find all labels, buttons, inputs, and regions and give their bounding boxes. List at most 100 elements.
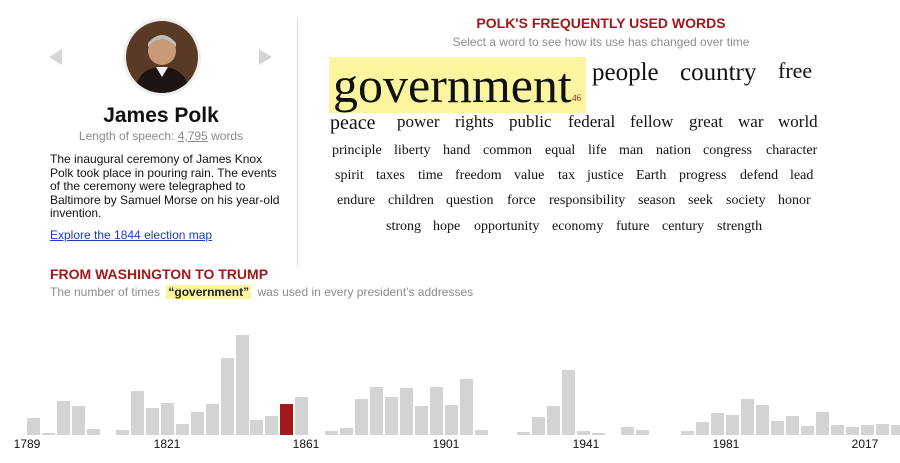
bar[interactable] bbox=[876, 424, 889, 435]
bar[interactable] bbox=[42, 433, 55, 435]
word-question[interactable]: question bbox=[446, 194, 493, 208]
word-hope[interactable]: hope bbox=[433, 220, 460, 234]
word-earth[interactable]: Earth bbox=[636, 169, 666, 183]
word-time[interactable]: time bbox=[418, 169, 443, 183]
word-economy[interactable]: economy bbox=[552, 220, 603, 234]
bar[interactable] bbox=[577, 431, 590, 435]
word-spirit[interactable]: spirit bbox=[335, 169, 364, 183]
bar[interactable] bbox=[592, 433, 605, 435]
bar[interactable] bbox=[57, 401, 70, 435]
bar[interactable] bbox=[445, 405, 458, 435]
bar[interactable] bbox=[475, 430, 488, 435]
bar[interactable] bbox=[385, 397, 398, 435]
bar[interactable] bbox=[771, 421, 784, 435]
word-free[interactable]: free bbox=[778, 60, 812, 82]
bar[interactable] bbox=[891, 425, 900, 435]
word-public[interactable]: public bbox=[509, 113, 552, 130]
bar[interactable] bbox=[621, 427, 634, 435]
bar[interactable] bbox=[191, 412, 204, 435]
bar[interactable] bbox=[517, 432, 530, 435]
word-force[interactable]: force bbox=[507, 194, 536, 208]
word-opportunity[interactable]: opportunity bbox=[474, 220, 539, 234]
bar-selected[interactable] bbox=[280, 404, 293, 435]
word-war[interactable]: war bbox=[738, 113, 763, 130]
word-nation[interactable]: nation bbox=[656, 144, 691, 158]
bar[interactable] bbox=[861, 425, 874, 435]
word-peace[interactable]: peace bbox=[330, 113, 376, 133]
bar[interactable] bbox=[532, 417, 545, 435]
word-rights[interactable]: rights bbox=[455, 113, 494, 130]
bar[interactable] bbox=[131, 391, 144, 435]
bar[interactable] bbox=[801, 426, 814, 435]
bar[interactable] bbox=[636, 430, 649, 435]
bar[interactable] bbox=[295, 397, 308, 435]
word-freedom[interactable]: freedom bbox=[455, 169, 502, 183]
bar[interactable] bbox=[460, 379, 473, 435]
bar[interactable] bbox=[325, 431, 338, 435]
bar[interactable] bbox=[370, 387, 383, 435]
word-future[interactable]: future bbox=[616, 220, 649, 234]
word-strong[interactable]: strong bbox=[386, 220, 421, 234]
bar[interactable] bbox=[340, 428, 353, 435]
word-strength[interactable]: strength bbox=[717, 220, 762, 234]
bar[interactable] bbox=[786, 416, 799, 435]
bar[interactable] bbox=[816, 412, 829, 435]
word-honor[interactable]: honor bbox=[778, 194, 811, 208]
word-tax[interactable]: tax bbox=[558, 169, 575, 183]
bar[interactable] bbox=[236, 335, 249, 435]
bar[interactable] bbox=[87, 429, 100, 435]
election-map-link[interactable]: Explore the 1844 election map bbox=[50, 228, 212, 242]
bar[interactable] bbox=[831, 425, 844, 435]
bar[interactable] bbox=[206, 404, 219, 435]
bar[interactable] bbox=[562, 370, 575, 435]
word-character[interactable]: character bbox=[766, 144, 817, 158]
word-value[interactable]: value bbox=[514, 169, 544, 183]
word-great[interactable]: great bbox=[689, 113, 723, 130]
word-world[interactable]: world bbox=[778, 113, 818, 130]
word-people[interactable]: people bbox=[592, 60, 659, 85]
bar[interactable] bbox=[726, 415, 739, 435]
bar[interactable] bbox=[27, 418, 40, 435]
bar[interactable] bbox=[696, 422, 709, 435]
bar[interactable] bbox=[250, 420, 263, 435]
word-man[interactable]: man bbox=[619, 144, 643, 158]
word-congress[interactable]: congress bbox=[703, 144, 752, 158]
bar[interactable] bbox=[846, 427, 859, 435]
bar[interactable] bbox=[176, 424, 189, 435]
word-society[interactable]: society bbox=[726, 194, 766, 208]
word-lead[interactable]: lead bbox=[790, 169, 813, 183]
speech-length-value[interactable]: 4,795 bbox=[178, 129, 208, 143]
next-president-arrow-icon[interactable] bbox=[259, 49, 272, 65]
word-taxes[interactable]: taxes bbox=[376, 169, 405, 183]
word-hand[interactable]: hand bbox=[443, 144, 470, 158]
word-responsibility[interactable]: responsibility bbox=[549, 194, 625, 208]
word-fellow[interactable]: fellow bbox=[630, 113, 673, 130]
bar[interactable] bbox=[400, 388, 413, 435]
word-defend[interactable]: defend bbox=[740, 169, 778, 183]
word-government[interactable]: government bbox=[329, 57, 586, 113]
word-liberty[interactable]: liberty bbox=[394, 144, 431, 158]
previous-president-arrow-icon[interactable] bbox=[49, 49, 62, 65]
word-season[interactable]: season bbox=[638, 194, 675, 208]
bar[interactable] bbox=[741, 399, 754, 435]
word-principle[interactable]: principle bbox=[332, 144, 382, 158]
bar[interactable] bbox=[415, 406, 428, 435]
word-seek[interactable]: seek bbox=[688, 194, 713, 208]
bar[interactable] bbox=[355, 399, 368, 435]
bar[interactable] bbox=[711, 413, 724, 435]
bar[interactable] bbox=[116, 430, 129, 435]
bar[interactable] bbox=[146, 408, 159, 435]
bar[interactable] bbox=[265, 416, 278, 435]
word-justice[interactable]: justice bbox=[587, 169, 624, 183]
bar[interactable] bbox=[72, 406, 85, 435]
word-children[interactable]: children bbox=[388, 194, 434, 208]
word-federal[interactable]: federal bbox=[568, 113, 615, 130]
word-progress[interactable]: progress bbox=[679, 169, 726, 183]
bar[interactable] bbox=[547, 406, 560, 435]
word-power[interactable]: power bbox=[397, 113, 439, 130]
bar[interactable] bbox=[756, 405, 769, 435]
bar[interactable] bbox=[161, 403, 174, 435]
word-country[interactable]: country bbox=[680, 60, 756, 85]
bar[interactable] bbox=[681, 431, 694, 435]
bar[interactable] bbox=[221, 358, 234, 435]
